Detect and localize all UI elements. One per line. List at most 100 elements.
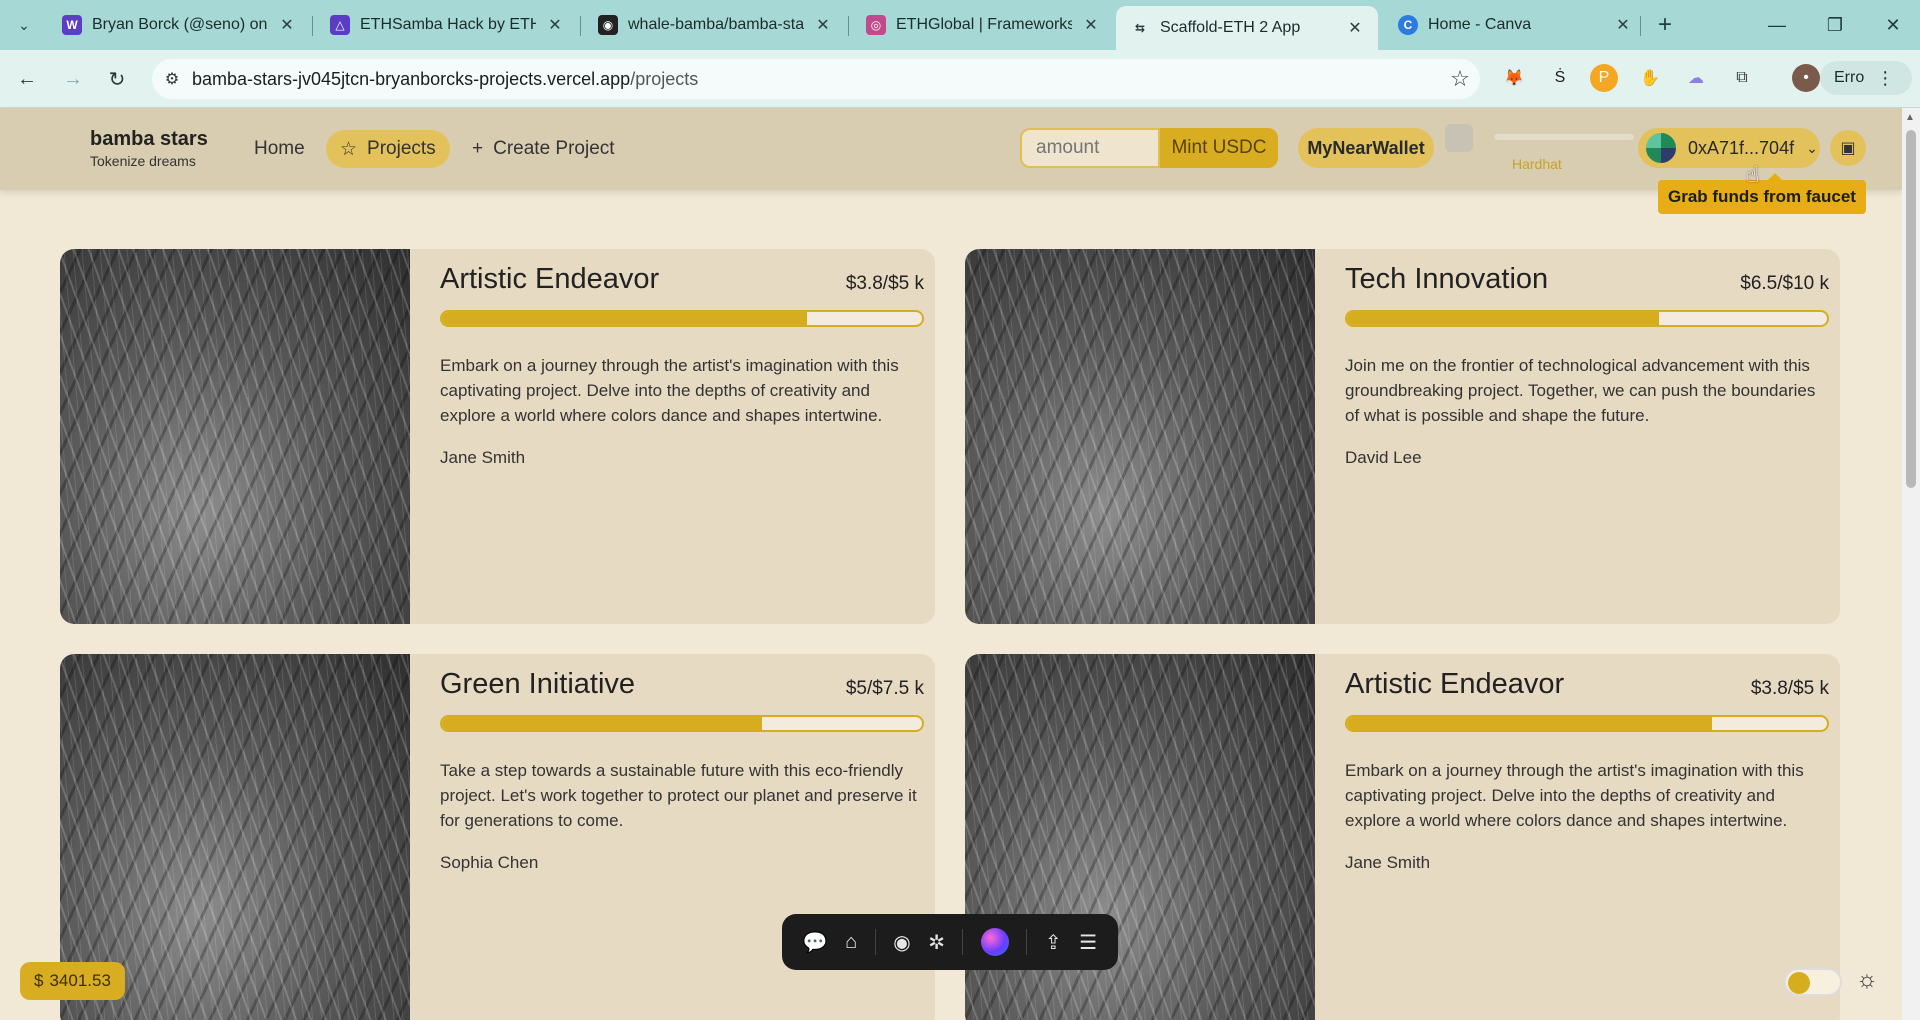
comment-icon[interactable]: 💬 (803, 930, 828, 955)
project-author: Sophia Chen (440, 853, 539, 872)
nav-projects-label: Projects (367, 138, 436, 159)
metamask-icon[interactable]: 🦊 (1500, 64, 1528, 92)
close-tab-icon[interactable]: ✕ (1346, 18, 1364, 38)
faucet-tooltip: Grab funds from faucet (1658, 173, 1866, 214)
funding-progress-fill (1347, 312, 1659, 325)
profile-menu-button[interactable]: Erro ⋮ (1820, 61, 1912, 95)
browser-tab-active[interactable]: ⇆ Scaffold-ETH 2 App ✕ (1116, 6, 1378, 50)
nav-create-label: Create Project (493, 138, 615, 159)
browser-tab-1[interactable]: W Bryan Borck (@seno) on Fa ✕ (48, 6, 310, 44)
close-tab-icon[interactable]: ✕ (1082, 15, 1100, 35)
eye-icon[interactable]: ◉ (893, 930, 910, 955)
project-funds: $5/$7.5 k (845, 678, 924, 699)
github-icon: ◉ (598, 15, 618, 35)
extension-cloud-icon[interactable]: ☁ (1682, 64, 1710, 92)
funding-progress-bar (1345, 310, 1829, 327)
tab-search-chevron-icon[interactable]: ⌄ (10, 11, 38, 39)
project-author: David Lee (1345, 448, 1422, 467)
funding-progress-fill (1347, 717, 1712, 730)
tab-favicon-icon: ⇆ (1134, 21, 1146, 35)
browser-tab-3[interactable]: ◉ whale-bamba/bamba-stars ✕ (584, 6, 846, 44)
extension-hand-icon[interactable]: ✋ (1636, 64, 1664, 92)
project-image (965, 249, 1315, 624)
menu-icon[interactable]: ☰ (1079, 930, 1097, 955)
canva-icon: C (1398, 15, 1418, 35)
project-card[interactable]: Artistic Endeavor $3.8/$5 k Embark on a … (60, 249, 935, 624)
plus-icon: + (472, 138, 484, 159)
close-tab-icon[interactable]: ✕ (814, 15, 832, 35)
tab-divider (580, 16, 581, 36)
tab-divider (848, 16, 849, 36)
extensions-puzzle-icon[interactable]: ⧉ (1728, 64, 1756, 92)
nav-projects[interactable]: ☆ Projects (326, 130, 450, 168)
nav-home-label: Home (254, 138, 305, 159)
account-address: 0xA71f...704f (1688, 137, 1795, 158)
extension-p-icon[interactable]: P (1590, 64, 1618, 92)
tab-title: ETHSamba Hack by ETHSa (360, 16, 536, 33)
bookmark-star-icon[interactable]: ☆ (1440, 66, 1480, 92)
star-icon: ☆ (340, 138, 358, 160)
banknote-icon: ▣ (1840, 140, 1856, 157)
new-tab-icon[interactable]: + (1650, 10, 1680, 40)
settings-icon[interactable]: ✲ (928, 930, 945, 955)
sun-icon[interactable]: ☼ (1856, 966, 1878, 994)
page-scrollbar[interactable]: ▲ (1902, 108, 1920, 1020)
minimize-icon[interactable]: — (1748, 0, 1806, 50)
back-icon[interactable]: ← (12, 64, 42, 94)
close-tab-icon[interactable]: ✕ (1614, 15, 1632, 35)
tab-title: Home - Canva (1428, 16, 1532, 33)
tab-title: whale-bamba/bamba-stars (628, 16, 804, 33)
tab-favicon-icon: △ (330, 15, 350, 35)
project-funds: $3.8/$5 k (1750, 678, 1829, 699)
amount-input[interactable] (1020, 128, 1160, 168)
brand[interactable]: bamba stars Tokenize dreams (90, 128, 208, 169)
network-indicator (1445, 124, 1473, 152)
orb-icon[interactable] (980, 928, 1009, 956)
site-info-icon[interactable]: ⚙ (152, 69, 192, 89)
url-text[interactable]: bamba-stars-jv045jtcn-bryanborcks-projec… (192, 69, 1440, 90)
funding-progress-bar (440, 310, 924, 327)
profile-avatar-icon[interactable]: • (1792, 64, 1820, 92)
nav-home[interactable]: Home (240, 130, 319, 168)
project-author: Jane Smith (1345, 853, 1431, 872)
extension-s-icon[interactable]: Ṡ (1546, 64, 1574, 92)
project-image (60, 249, 410, 624)
browser-tab-2[interactable]: △ ETHSamba Hack by ETHSa ✕ (316, 6, 578, 44)
close-tab-icon[interactable]: ✕ (278, 15, 296, 35)
funding-progress-bar (1345, 715, 1829, 732)
theme-toggle[interactable] (1784, 968, 1842, 996)
balance-value: 3401.53 (49, 971, 111, 990)
address-bar[interactable]: ⚙ bamba-stars-jv045jtcn-bryanborcks-proj… (152, 59, 1480, 99)
nav-create-project[interactable]: + Create Project (458, 130, 629, 168)
project-author: Jane Smith (440, 448, 526, 467)
inbox-icon[interactable]: ⌂ (845, 931, 857, 954)
floating-toolbar: 💬 ⌂ ◉ ✲ ⇪ ☰ (782, 914, 1118, 970)
close-tab-icon[interactable]: ✕ (546, 15, 564, 35)
project-description: Embark on a journey through the artist's… (440, 356, 899, 425)
faucet-button[interactable]: ▣ (1830, 130, 1866, 166)
funding-progress-fill (442, 717, 762, 730)
project-card[interactable]: Tech Innovation $6.5/$10 k Join me on th… (965, 249, 1840, 624)
toolbar-divider (874, 929, 876, 955)
restore-icon[interactable]: ❐ (1806, 0, 1864, 50)
project-description: Join me on the frontier of technological… (1345, 356, 1816, 425)
project-funds: $3.8/$5 k (845, 273, 924, 294)
close-window-icon[interactable]: ✕ (1864, 0, 1920, 50)
near-wallet-button[interactable]: MyNearWallet (1298, 128, 1434, 168)
forward-icon[interactable]: → (58, 64, 88, 94)
avatar (1644, 131, 1678, 165)
url-host: bamba-stars-jv045jtcn-bryanborcks-projec… (192, 68, 631, 89)
browser-tab-4[interactable]: ◎ ETHGlobal | Frameworks ✕ (852, 6, 1114, 44)
scroll-up-icon[interactable]: ▲ (1905, 112, 1915, 123)
brand-tagline: Tokenize dreams (90, 153, 196, 169)
account-address-button[interactable]: 0xA71f...704f ⌄ (1638, 128, 1820, 168)
tab-favicon-icon: ◎ (866, 15, 886, 35)
network-label: Hardhat (1512, 156, 1562, 172)
reload-icon[interactable]: ↻ (102, 64, 132, 94)
kebab-menu-icon[interactable]: ⋮ (1876, 68, 1894, 89)
balance-badge[interactable]: $ 3401.53 (20, 962, 125, 1000)
share-icon[interactable]: ⇪ (1045, 930, 1062, 955)
scrollbar-thumb[interactable] (1906, 130, 1916, 488)
browser-tab-6[interactable]: C Home - Canva ✕ (1384, 6, 1646, 44)
mint-usdc-button[interactable]: Mint USDC (1160, 128, 1278, 168)
